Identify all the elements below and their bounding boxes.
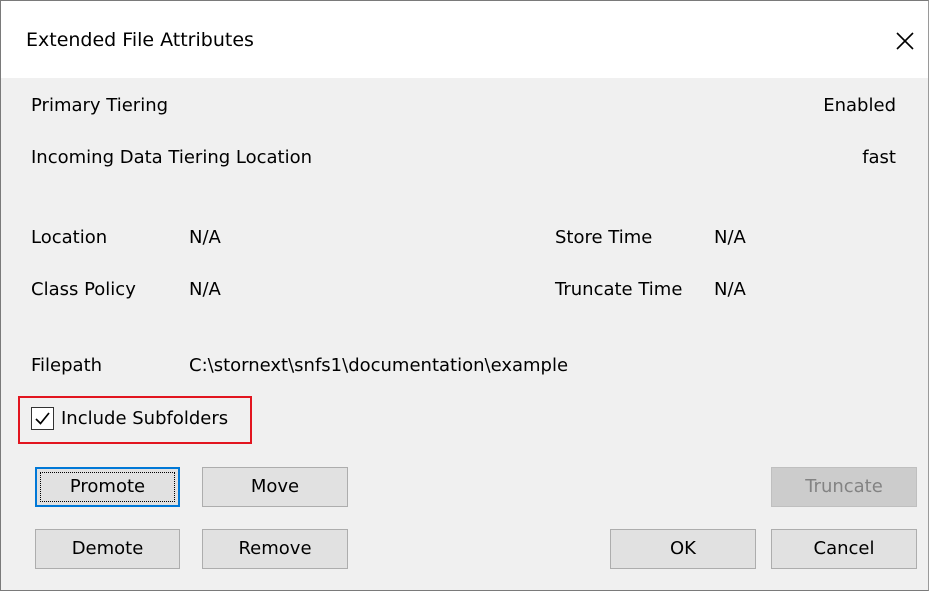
ok-button-label: OK [670, 538, 696, 559]
filepath-label: Filepath [31, 355, 103, 376]
demote-button[interactable]: Demote [35, 529, 180, 569]
include-subfolders-label[interactable]: Include Subfolders [61, 407, 228, 431]
truncate-button-label: Truncate [805, 476, 883, 497]
truncate-button[interactable]: Truncate [771, 467, 917, 507]
include-subfolders-checkbox[interactable] [31, 407, 54, 430]
checkmark-icon [35, 412, 50, 425]
store-time-value: N/A [714, 227, 746, 248]
title-bar: Extended File Attributes [1, 1, 928, 78]
location-label: Location [31, 227, 108, 248]
cancel-button[interactable]: Cancel [771, 529, 917, 569]
promote-button[interactable]: Promote [35, 467, 180, 507]
extended-file-attributes-dialog: Extended File Attributes Primary Tiering… [0, 0, 929, 591]
promote-button-label: Promote [69, 476, 146, 497]
incoming-tiering-location-label: Incoming Data Tiering Location [31, 147, 313, 168]
primary-tiering-label: Primary Tiering [31, 95, 169, 116]
dialog-title: Extended File Attributes [26, 29, 254, 51]
class-policy-value: N/A [189, 279, 221, 300]
close-icon [896, 32, 914, 50]
close-button[interactable] [885, 15, 925, 65]
move-button-label: Move [250, 476, 300, 497]
truncate-time-value: N/A [714, 279, 746, 300]
demote-button-label: Demote [71, 538, 144, 559]
ok-button[interactable]: OK [610, 529, 756, 569]
cancel-button-label: Cancel [813, 538, 875, 559]
location-value: N/A [189, 227, 221, 248]
remove-button[interactable]: Remove [202, 529, 348, 569]
primary-tiering-value: Enabled [823, 95, 896, 116]
remove-button-label: Remove [238, 538, 312, 559]
class-policy-label: Class Policy [31, 279, 136, 300]
move-button[interactable]: Move [202, 467, 348, 507]
incoming-tiering-location-value: fast [862, 147, 896, 168]
truncate-time-label: Truncate Time [555, 279, 683, 300]
store-time-label: Store Time [555, 227, 653, 248]
filepath-value: C:\stornext\snfs1\documentation\example [189, 355, 569, 376]
